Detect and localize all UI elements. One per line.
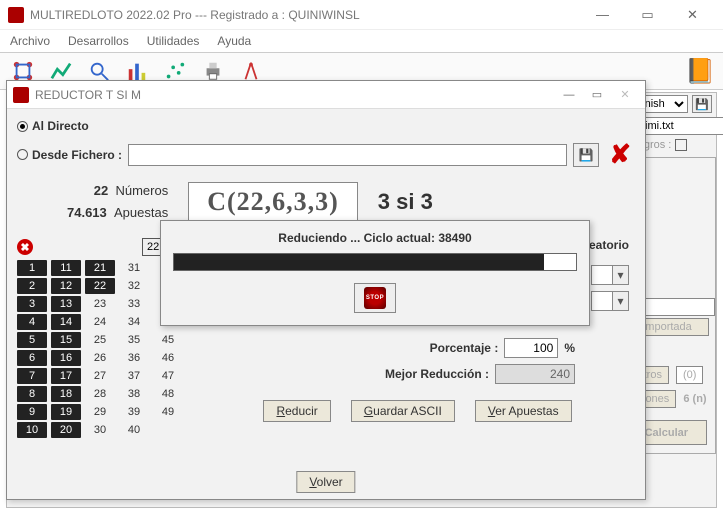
volver-button[interactable]: Volver	[296, 471, 355, 493]
num-cell[interactable]: 31	[119, 260, 149, 276]
num-cell[interactable]: 30	[85, 422, 115, 438]
reducir-button[interactable]: Reducir	[263, 400, 330, 422]
num-cell[interactable]: 23	[85, 296, 115, 312]
dlg-close-button[interactable]: ✕	[611, 83, 639, 107]
progress-bar	[174, 254, 544, 270]
num-cell[interactable]: 49	[153, 404, 183, 420]
source-radios: Al Directo Desde Fichero : 💾 ✘	[17, 117, 635, 170]
num-cell[interactable]: 16	[51, 350, 81, 366]
menu-ayuda[interactable]: Ayuda	[217, 34, 251, 48]
menu-desarrollos[interactable]: Desarrollos	[68, 34, 129, 48]
num-cell[interactable]: 11	[51, 260, 81, 276]
num-cell[interactable]: 21	[85, 260, 115, 276]
clear-x-icon[interactable]: ✘	[605, 139, 635, 170]
ciclos-dropdown-2[interactable]: ▾	[591, 291, 629, 311]
num-cell[interactable]: 7	[17, 368, 47, 384]
maximize-button[interactable]: ▭	[625, 1, 670, 29]
lang-save-icon[interactable]: 💾	[692, 95, 712, 113]
reintegros-check[interactable]	[675, 139, 687, 151]
porcentaje-input[interactable]	[504, 338, 558, 358]
delete-circle-icon[interactable]: ✖	[17, 239, 33, 255]
menu-archivo[interactable]: Archivo	[10, 34, 50, 48]
window-controls: — ▭ ✕	[580, 1, 715, 29]
num-cell[interactable]: 2	[17, 278, 47, 294]
radio-dot-icon	[17, 121, 28, 132]
dialog-icon	[13, 87, 29, 103]
num-cell[interactable]: 33	[119, 296, 149, 312]
num-cell[interactable]: 40	[119, 422, 149, 438]
num-cell[interactable]: 46	[153, 350, 183, 366]
radio-empty-icon	[17, 149, 28, 160]
num-cell[interactable]: 8	[17, 386, 47, 402]
stop-button[interactable]: STOP	[354, 283, 396, 313]
mejor-reduccion-label: Mejor Reducción :	[385, 367, 489, 381]
num-cell[interactable]: 9	[17, 404, 47, 420]
dialog-title: REDUCTOR T SI M	[35, 88, 555, 102]
radio-desde-fichero[interactable]: Desde Fichero :	[17, 146, 122, 164]
num-cell[interactable]: 12	[51, 278, 81, 294]
num-cell[interactable]: 18	[51, 386, 81, 402]
combination-display: C(22,6,3,3)	[188, 182, 358, 222]
num-cell[interactable]: 47	[153, 368, 183, 384]
num-cell[interactable]: 38	[119, 386, 149, 402]
main-titlebar: MULTIREDLOTO 2022.02 Pro --- Registrado …	[0, 0, 723, 30]
num-cell[interactable]: 28	[85, 386, 115, 402]
num-cell[interactable]: 36	[119, 350, 149, 366]
num-cell[interactable]: 26	[85, 350, 115, 366]
num-cell[interactable]: 32	[119, 278, 149, 294]
num-cell[interactable]: 48	[153, 386, 183, 402]
num-cell[interactable]: 29	[85, 404, 115, 420]
num-cell[interactable]: 24	[85, 314, 115, 330]
percent-sym: %	[564, 341, 575, 355]
guardar-ascii-button[interactable]: Guardar ASCII	[351, 400, 455, 422]
dlg-minimize-button[interactable]: —	[555, 83, 583, 107]
ver-apuestas-button[interactable]: Ver Apuestas	[475, 400, 572, 422]
num-cell[interactable]: 34	[119, 314, 149, 330]
num-cell[interactable]: 4	[17, 314, 47, 330]
num-cell[interactable]: 17	[51, 368, 81, 384]
num-cell[interactable]: 6	[17, 350, 47, 366]
close-button[interactable]: ✕	[670, 1, 715, 29]
num-cell[interactable]: 22	[85, 278, 115, 294]
combi-sidelabels: 22 Números 74.613 Apuestas	[17, 180, 168, 224]
save-disk-icon[interactable]: 💾	[573, 143, 599, 167]
cciones-value: 6 (n)	[683, 393, 706, 405]
filtros-count: (0)	[676, 366, 703, 384]
num-cell[interactable]: 5	[17, 332, 47, 348]
num-cell[interactable]: 20	[51, 422, 81, 438]
num-cell[interactable]: 3	[17, 296, 47, 312]
tsi-display: 3 si 3	[378, 189, 433, 215]
minimize-button[interactable]: —	[580, 1, 625, 29]
ciclos-dropdown-1[interactable]: ▾	[591, 265, 629, 285]
progress-track	[173, 253, 577, 271]
progress-dialog: Reduciendo ... Ciclo actual: 38490 STOP	[160, 220, 590, 326]
mejor-reduccion-value	[495, 364, 575, 384]
num-cell[interactable]: 27	[85, 368, 115, 384]
num-cell[interactable]: 39	[119, 404, 149, 420]
num-cell[interactable]: 37	[119, 368, 149, 384]
dialog-titlebar: REDUCTOR T SI M — ▭ ✕	[7, 81, 645, 109]
progress-message: Reduciendo ... Ciclo actual: 38490	[173, 231, 577, 245]
app-icon	[8, 7, 24, 23]
porcentaje-label: Porcentaje :	[430, 341, 499, 355]
num-cell[interactable]: 15	[51, 332, 81, 348]
menubar: Archivo Desarrollos Utilidades Ayuda	[0, 30, 723, 52]
window-title: MULTIREDLOTO 2022.02 Pro --- Registrado …	[30, 8, 580, 22]
radio-al-directo[interactable]: Al Directo	[17, 117, 635, 135]
num-cell[interactable]: 35	[119, 332, 149, 348]
num-cell[interactable]: 1	[17, 260, 47, 276]
combination-row: 22 Números 74.613 Apuestas C(22,6,3,3) 3…	[17, 180, 635, 224]
dlg-maximize-button[interactable]: ▭	[583, 83, 611, 107]
menu-utilidades[interactable]: Utilidades	[147, 34, 200, 48]
num-cell[interactable]: 25	[85, 332, 115, 348]
stop-icon: STOP	[364, 287, 386, 309]
num-cell[interactable]: 10	[17, 422, 47, 438]
num-cell[interactable]: 19	[51, 404, 81, 420]
help-icon[interactable]: 📙	[685, 57, 715, 86]
file-path-input[interactable]	[128, 144, 567, 166]
num-cell[interactable]: 45	[153, 332, 183, 348]
num-cell[interactable]: 14	[51, 314, 81, 330]
num-cell[interactable]: 13	[51, 296, 81, 312]
